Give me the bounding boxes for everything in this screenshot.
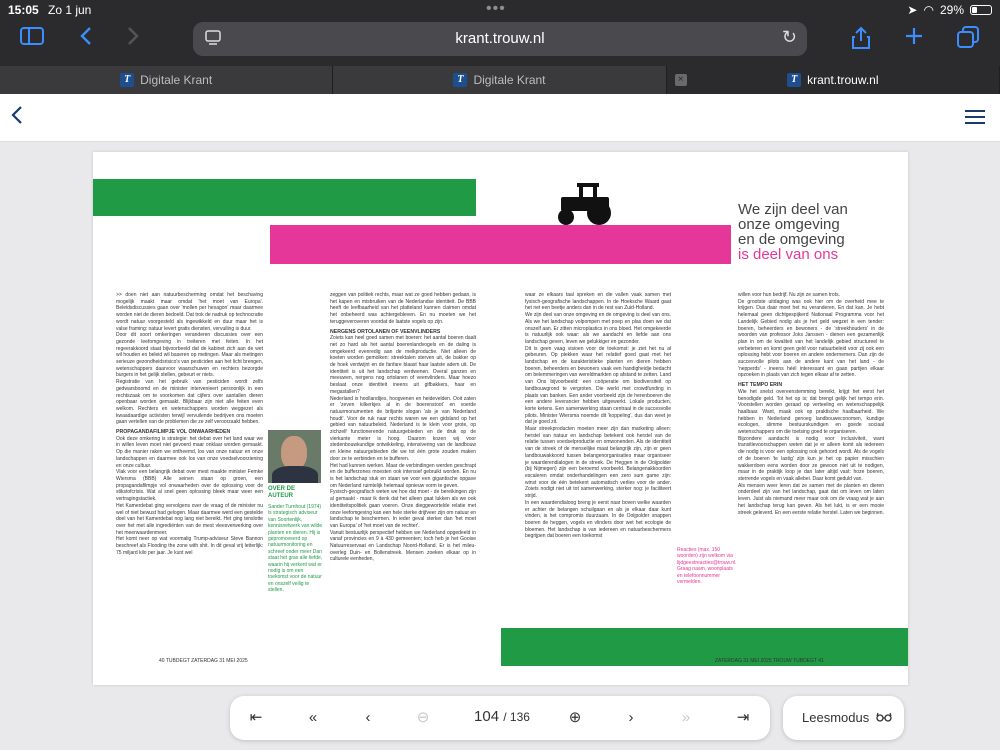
last-page-icon[interactable]: ⇥ (733, 708, 753, 728)
paragraph: Wie het snelst overeenstemming bereikt, … (738, 388, 884, 436)
paragraph: Het had kunnen werken. Maar de verbindin… (330, 462, 476, 489)
pdf-navigation-bar: ⇤ « ‹ ⊖ 104 / 136 ⊕ › » ⇥ (230, 696, 770, 740)
paragraph: We zijn deel van onze omgeving en de omg… (525, 312, 671, 345)
address-url: krant.trouw.nl (455, 30, 545, 47)
paragraph: Vanuit bestuurlijk perspectief hebben we… (330, 529, 476, 563)
current-page: 104 (474, 708, 500, 725)
browser-tab-3[interactable]: × T krant.trouw.nl (666, 66, 1000, 94)
back-chevron-icon[interactable] (72, 26, 100, 52)
hamburger-icon[interactable] (965, 110, 985, 126)
reactions-note: Reacties (max. 150 woorden) zijn welkom … (677, 547, 737, 586)
paragraph: In een waardendialoog breng je eerst naa… (525, 499, 671, 540)
total-pages: / 136 (503, 710, 530, 724)
paragraph: Zoiets kan heel goed samen met boeren: h… (330, 335, 476, 395)
paragraph: De grootste uitdaging was ook hier om de… (738, 298, 884, 379)
footer-text: TUBDEGT ZATERDAG 31 MEI 2025 (165, 658, 248, 664)
newspaper-spread: We zijn deel van onze omgeving en de omg… (93, 152, 908, 685)
browser-tab-label: Digitale Krant (140, 73, 213, 87)
tractor-icon (558, 183, 611, 225)
paragraph: Als mensen weer leren dat ze samen met d… (738, 482, 884, 516)
battery-icon (970, 5, 992, 15)
headline-line: onze omgeving (738, 216, 840, 233)
paragraph: Dit is geen vaag visioen voor de toekoms… (525, 345, 671, 426)
status-time: 15:05 (8, 3, 39, 17)
page-number: 41 (818, 658, 824, 664)
browser-tab-label: krant.trouw.nl (807, 73, 879, 87)
reading-mode-button[interactable]: Leesmodus (783, 696, 904, 740)
pink-band (270, 225, 731, 264)
status-right: ➤ ◠ 29% (907, 3, 992, 17)
zoom-out-icon[interactable]: ⊖ (413, 708, 433, 728)
sidebar-icon[interactable] (18, 26, 46, 52)
paragraph: Het Kamerdebat ging vervolgens over de v… (116, 502, 263, 536)
article-column-3: waar ze elkaars taal spreken en die vall… (525, 292, 671, 618)
tab-strip: T Digitale Krant T Digitale Krant × T kr… (0, 66, 1000, 94)
subheading: PROPAGANDAFILMPJE VOL ONWAARHEDEN (116, 429, 231, 436)
paragraph: willen voor hun bedrijf. Nu zijn ze same… (738, 292, 840, 298)
multitask-dots-icon[interactable]: ••• (486, 0, 506, 18)
paragraph: Nederland is hoollandijes, hoogvenen en … (330, 395, 476, 462)
page-indicator[interactable]: 104 / 136 (464, 708, 540, 725)
next-page-icon[interactable]: › (621, 708, 641, 728)
forward-chevron-icon[interactable] (119, 26, 147, 52)
headline-line: en de omgeving (738, 231, 845, 248)
author-photo (268, 430, 321, 483)
paragraph: Bijzondere aandacht is nodig voor inclus… (738, 435, 884, 482)
paragraph: >> doen niet aan natuurbescherming omdat… (116, 292, 263, 332)
previous-jump-icon[interactable]: « (303, 708, 323, 728)
glasses-icon (876, 710, 892, 725)
subheading: HET TEMPO ERIN (738, 382, 783, 389)
battery-percent: 29% (939, 3, 964, 17)
app-header (0, 94, 1000, 142)
zoom-in-icon[interactable]: ⊕ (565, 708, 585, 728)
close-tab-icon[interactable]: × (674, 74, 687, 86)
location-icon: ➤ (907, 3, 918, 17)
article-column-1: >> doen niet aan natuurbescherming omdat… (116, 292, 263, 658)
browser-tab-1[interactable]: T Digitale Krant (0, 66, 334, 94)
headline-line: We zijn deel van (738, 201, 848, 218)
status-date: Zo 1 jun (48, 3, 92, 17)
first-page-icon[interactable]: ⇤ (246, 708, 266, 728)
paragraph: Fysisch-geografisch weten we hoe dat moe… (330, 489, 476, 529)
green-band-top (93, 179, 476, 216)
back-icon[interactable] (10, 104, 24, 133)
previous-page-icon[interactable]: ‹ (358, 708, 378, 728)
reading-mode-label: Leesmodus (802, 710, 870, 725)
author-box: OVER DE AUTEUR Sander Turnhout (1974) is… (268, 430, 324, 594)
address-bar[interactable]: krant.trouw.nl ↻ (193, 22, 807, 56)
author-bio: Sander Turnhout (1974) is strategisch ad… (268, 504, 323, 594)
paragraph: Maar streekproducten moeten meer zijn da… (525, 426, 671, 500)
share-icon[interactable] (847, 26, 875, 52)
paragraph: waar ze elkaars taal spreken en die vall… (525, 292, 671, 312)
browser-tab-2[interactable]: T Digitale Krant (333, 66, 667, 94)
article-column-2: zeggen van politiek rechts, maar wat ze … (330, 292, 476, 658)
reload-icon[interactable]: ↻ (782, 27, 797, 48)
trouw-favicon: T (453, 73, 468, 87)
paragraph: Door dit soort omkeringen veranderen dis… (116, 332, 263, 379)
trouw-favicon: T (787, 73, 802, 87)
wifi-icon: ◠ (923, 3, 934, 17)
green-band-bottom (501, 628, 908, 666)
paragraph: Het komt neer op wat voormalig Trump-adv… (116, 536, 263, 556)
status-bar: 15:05 Zo 1 jun ••• ➤ ◠ 29% (0, 0, 1000, 20)
next-jump-icon[interactable]: » (676, 708, 696, 728)
headline-line: is deel van ons (738, 246, 839, 263)
trouw-favicon: T (120, 73, 135, 87)
tabs-icon[interactable] (954, 26, 982, 52)
paragraph: Ook deze omkering is strategie: het deba… (116, 435, 263, 469)
article-headline: We zijn deel van onze omgeving en de omg… (738, 202, 908, 262)
browser-tab-label: Digitale Krant (473, 73, 546, 87)
page-number: 40 (159, 658, 165, 664)
subheading: NERGENS ORTOLANEN OF VEENVLINDERS (330, 328, 441, 335)
paragraph: zeggen van politiek rechts, maar wat ze … (330, 292, 476, 325)
footer-text: ZATERDAG 31 MEI 2025 TROUW TUBDEGT (715, 658, 817, 664)
paragraph: Vlak voor een belangrijk debat over mest… (116, 469, 263, 503)
browser-chrome: 15:05 Zo 1 jun ••• ➤ ◠ 29% krant.trouw.n… (0, 0, 1000, 66)
article-column-4: willen voor hun bedrijf. Nu zijn ze same… (738, 292, 884, 618)
page-footer-right: ZATERDAG 31 MEI 2025 TROUW TUBDEGT 41 (715, 658, 824, 664)
plus-icon[interactable] (900, 26, 928, 52)
page-footer-left: 40 TUBDEGT ZATERDAG 31 MEI 2025 (159, 658, 248, 664)
author-heading: OVER DE AUTEUR (268, 486, 296, 499)
paragraph: Registratie van het gebruik van pesticid… (116, 379, 263, 426)
